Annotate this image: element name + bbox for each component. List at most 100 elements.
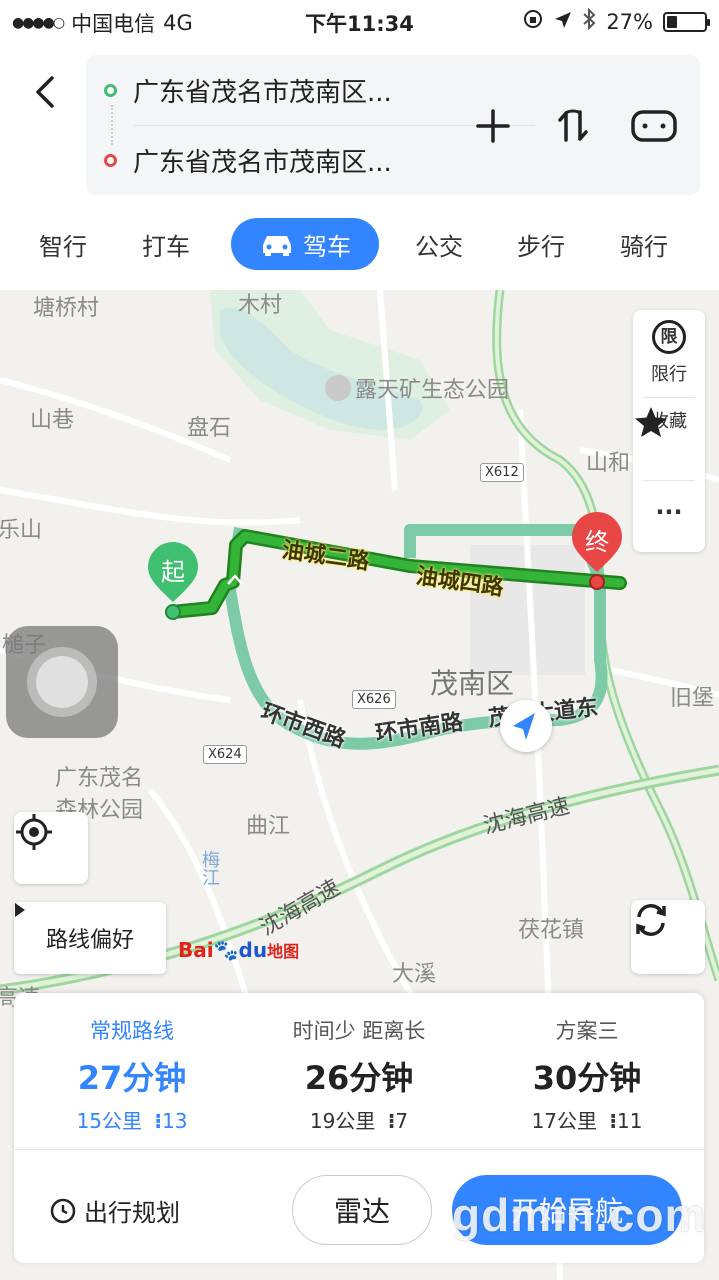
route-option-title: 方案三 (555, 1019, 619, 1043)
car-settings-button[interactable] (624, 103, 684, 149)
car-icon (263, 236, 291, 256)
tab-smart[interactable]: 智行 (39, 227, 87, 262)
divider (643, 397, 695, 398)
more-button[interactable]: ··· (633, 498, 705, 526)
route-option[interactable]: 常规路线 27分钟 15公里 ⁝13 (17, 1015, 247, 1134)
route-option-stats: 15公里 ⁝13 (17, 1105, 247, 1134)
favorite-button[interactable]: 收藏 (633, 405, 705, 437)
radar-button[interactable]: 雷达 (292, 1175, 432, 1245)
park-icon (325, 375, 351, 401)
back-button[interactable] (28, 70, 62, 114)
star-icon (635, 407, 667, 437)
route-option-lights: 13 (161, 1109, 188, 1133)
route-option-duration: 30分钟 (532, 1059, 642, 1097)
place-label: 乐山 (0, 518, 43, 543)
location-arrow-icon (554, 10, 572, 34)
refresh-icon (636, 904, 666, 936)
place-label: 广东茂名 (55, 766, 144, 791)
start-marker[interactable]: 起 (146, 542, 200, 622)
locate-icon (16, 814, 52, 850)
route-option[interactable]: 方案三 30分钟 17公里 ⁝11 (472, 1015, 702, 1134)
place-label: 山和 (586, 451, 631, 476)
watermark-text: gdmin.com (452, 1189, 707, 1241)
route-option-duration: 26分钟 (304, 1059, 414, 1097)
restriction-label: 限行 (651, 364, 687, 385)
tab-bus[interactable]: 公交 (415, 227, 463, 262)
route-option-duration: 27分钟 (77, 1059, 187, 1097)
baidu-map-logo: Bai🐾du地图 (178, 938, 299, 962)
rotation-lock-icon (522, 8, 544, 35)
route-option-distance: 19公里 (309, 1109, 376, 1133)
divider (643, 480, 695, 481)
route-header: 广东省茂名市茂南区... 广东省茂名市茂南区... 智行 打车 驾车 公交 步行… (0, 40, 719, 290)
route-preference-label: 路线偏好 (45, 928, 134, 953)
bluetooth-icon (582, 7, 596, 35)
baidu-paw-icon: 🐾 (213, 938, 239, 962)
baidu-map-text: 地图 (267, 942, 300, 961)
assistive-touch-button[interactable] (6, 626, 118, 738)
chevron-left-icon (36, 76, 54, 108)
restriction-icon: 限 (652, 320, 686, 354)
poi-park[interactable]: 露天矿生态公园 (325, 372, 509, 404)
route-option-lights: 11 (616, 1109, 643, 1133)
clock-icon (50, 1198, 76, 1223)
trip-plan-button[interactable]: 出行规划 (50, 1193, 180, 1228)
locate-button[interactable] (14, 812, 88, 884)
tab-drive[interactable]: 驾车 (231, 218, 379, 270)
battery-percent: 27% (606, 9, 653, 34)
place-label: 曲江 (246, 814, 291, 839)
route-option-stats: 17公里 ⁝11 (472, 1105, 702, 1134)
add-waypoint-button[interactable] (468, 103, 518, 149)
route-option-distance: 17公里 (531, 1109, 598, 1133)
end-marker-label: 终 (585, 528, 609, 556)
place-label: 大溪 (392, 962, 437, 987)
assistive-core (36, 656, 88, 708)
tab-bike[interactable]: 骑行 (620, 227, 668, 262)
route-option-title: 时间少 距离长 (292, 1019, 426, 1043)
tab-taxi[interactable]: 打车 (142, 227, 190, 262)
destination-text: 广东省茂名市茂南区... (133, 147, 392, 178)
restriction-button[interactable]: 限 限行 (633, 320, 705, 386)
baidu-logo-text: Bai (178, 938, 214, 962)
place-label: 旧堡 (670, 686, 715, 711)
map-tools-panel: 限 限行 收藏 ··· (633, 310, 705, 552)
tab-walk[interactable]: 步行 (517, 227, 565, 262)
status-bar: ●●●●○ 中国电信 4G 下午11:34 27% (0, 0, 719, 40)
road-number-badge: X624 (203, 745, 247, 764)
divider (14, 1149, 704, 1150)
transport-mode-tabs: 智行 打车 驾车 公交 步行 骑行 (0, 215, 719, 275)
place-label: 盘石 (187, 416, 232, 441)
triangle-right-icon (15, 903, 25, 917)
route-option-lights: 7 (395, 1109, 409, 1133)
route-option-stats: 19公里 ⁝7 (244, 1105, 474, 1134)
route-preference-button[interactable]: 路线偏好 (14, 902, 166, 974)
end-marker[interactable]: 终 (570, 512, 624, 592)
place-label: 木村 (238, 293, 283, 318)
origin-text: 广东省茂名市茂南区... (133, 77, 392, 108)
road-number-badge: X626 (352, 690, 396, 709)
tab-drive-label: 驾车 (303, 232, 351, 261)
start-marker-label: 起 (161, 558, 185, 586)
swap-icon (558, 109, 588, 142)
trip-plan-label: 出行规划 (84, 1199, 180, 1227)
plus-icon (476, 109, 510, 143)
navigation-arrow-icon (513, 713, 535, 740)
route-input-box: 广东省茂名市茂南区... 广东省茂名市茂南区... (86, 55, 700, 195)
refresh-button[interactable] (631, 900, 705, 974)
place-label: 山巷 (30, 408, 75, 433)
car-plate-icon (631, 110, 677, 142)
origin-dot-icon (104, 83, 117, 97)
river-label: 梅江 (199, 850, 220, 886)
route-option[interactable]: 时间少 距离长 26分钟 19公里 ⁝7 (244, 1015, 474, 1134)
traffic-light-icon: ⁝ (609, 1109, 617, 1133)
place-label: 茯花镇 (518, 918, 585, 943)
traffic-light-icon: ⁝ (154, 1109, 162, 1133)
road-number-badge: X612 (480, 463, 524, 482)
battery-icon (663, 11, 710, 32)
destination-field[interactable]: 广东省茂名市茂南区... (86, 125, 530, 195)
baidu-du-text: du (238, 938, 268, 962)
swap-button[interactable] (548, 103, 598, 149)
origin-field[interactable]: 广东省茂名市茂南区... (86, 55, 530, 125)
route-option-distance: 15公里 (76, 1109, 143, 1133)
place-label: 塘桥村 (33, 296, 100, 321)
